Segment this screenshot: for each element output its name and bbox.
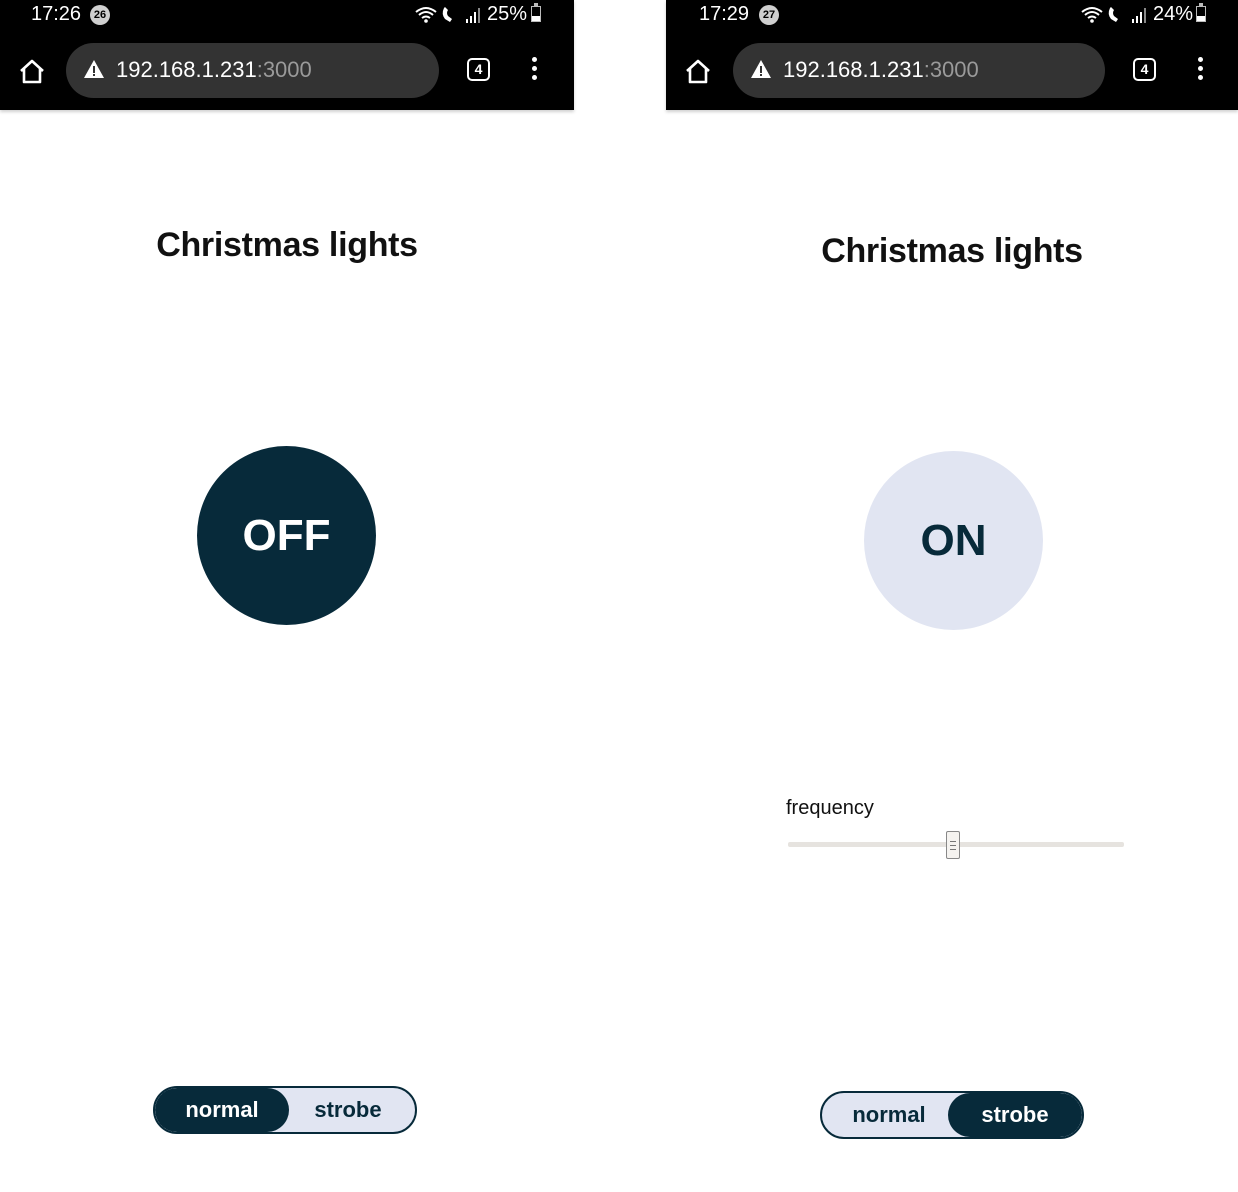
- battery-icon: [531, 3, 541, 22]
- url-host: 192.168.1.231: [783, 57, 924, 82]
- power-toggle-button[interactable]: ON: [864, 451, 1043, 630]
- browser-chrome: 17:29 27 24% 192.168.1.231:3000 4: [666, 0, 1238, 110]
- mode-toggle: normal strobe: [820, 1091, 1084, 1139]
- status-time: 17:29: [699, 3, 750, 25]
- url-port: :3000: [923, 57, 979, 82]
- mode-strobe-button[interactable]: strobe: [948, 1093, 1082, 1137]
- page-title: Christmas lights: [156, 226, 418, 264]
- url-port: :3000: [256, 57, 312, 82]
- wifi-icon: [1081, 7, 1146, 23]
- warning-icon[interactable]: [750, 59, 772, 79]
- browser-chrome: 17:26 26 25% 192.168.1.231:3000 4: [0, 0, 574, 110]
- battery-percent: 24%: [1153, 3, 1194, 25]
- home-icon[interactable]: [18, 57, 46, 85]
- mode-toggle: normal strobe: [153, 1086, 417, 1134]
- mode-normal-button[interactable]: normal: [155, 1088, 289, 1132]
- url-host: 192.168.1.231: [116, 57, 257, 82]
- page-title: Christmas lights: [821, 232, 1083, 270]
- url-text[interactable]: 192.168.1.231:3000: [116, 57, 312, 83]
- frequency-label: frequency: [786, 797, 874, 819]
- tabs-icon[interactable]: 4: [467, 58, 490, 81]
- notification-count-badge: 27: [759, 5, 779, 25]
- address-bar[interactable]: 192.168.1.231:3000: [733, 43, 1105, 98]
- wifi-icon: [415, 7, 480, 23]
- url-text[interactable]: 192.168.1.231:3000: [783, 57, 979, 83]
- screen-on-state: 17:29 27 24% 192.168.1.231:3000 4 Christ…: [666, 0, 1238, 1192]
- tabs-icon[interactable]: 4: [1133, 58, 1156, 81]
- screen-off-state: 17:26 26 25% 192.168.1.231:3000 4 Christ…: [0, 0, 574, 1192]
- mode-strobe-button[interactable]: strobe: [281, 1088, 415, 1132]
- home-icon[interactable]: [684, 57, 712, 85]
- menu-dots-icon[interactable]: [532, 57, 538, 83]
- notification-count-badge: 26: [90, 5, 110, 25]
- mode-normal-button[interactable]: normal: [822, 1093, 956, 1137]
- battery-percent: 25%: [487, 3, 528, 25]
- warning-icon[interactable]: [83, 59, 105, 79]
- menu-dots-icon[interactable]: [1198, 57, 1204, 83]
- address-bar[interactable]: 192.168.1.231:3000: [66, 43, 439, 98]
- status-time: 17:26: [31, 3, 82, 25]
- battery-icon: [1196, 3, 1206, 22]
- power-toggle-button[interactable]: OFF: [197, 446, 376, 625]
- frequency-slider-thumb[interactable]: [945, 831, 960, 859]
